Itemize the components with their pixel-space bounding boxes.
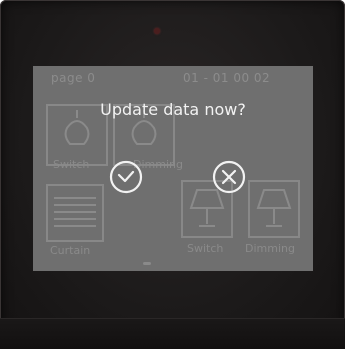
tile-label-switch: Switch bbox=[53, 158, 90, 171]
datetime-label: 01 - 01 00 02 bbox=[183, 71, 271, 85]
tile-dimming-2[interactable] bbox=[248, 180, 300, 238]
page-indicator bbox=[143, 262, 151, 265]
table-lamp-icon bbox=[256, 189, 292, 227]
tile-curtain[interactable] bbox=[46, 184, 104, 242]
tile-label-dimming-2: Dimming bbox=[245, 242, 295, 255]
dialog-title: Update data now? bbox=[100, 100, 246, 119]
close-circle-icon bbox=[212, 160, 246, 194]
touch-screen: page 0 01 - 01 00 02 Switch Dimming Curt… bbox=[33, 66, 313, 271]
confirm-button[interactable] bbox=[109, 160, 143, 194]
check-circle-icon bbox=[109, 160, 143, 194]
device-panel: page 0 01 - 01 00 02 Switch Dimming Curt… bbox=[0, 0, 345, 349]
cancel-button[interactable] bbox=[212, 160, 246, 194]
tile-label-curtain: Curtain bbox=[50, 244, 91, 257]
page-label: page 0 bbox=[51, 71, 96, 85]
bottom-bezel bbox=[0, 318, 345, 349]
curtain-icon bbox=[54, 197, 96, 227]
background-page: page 0 01 - 01 00 02 Switch Dimming Curt… bbox=[33, 66, 313, 271]
tile-label-switch-2: Switch bbox=[187, 242, 224, 255]
camera-dot bbox=[154, 28, 160, 34]
